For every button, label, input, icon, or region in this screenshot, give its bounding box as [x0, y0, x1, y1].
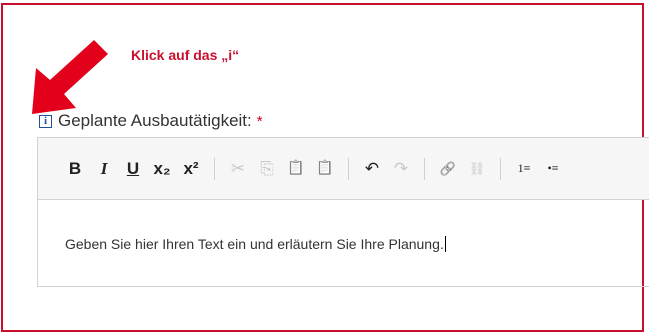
required-marker: * [256, 112, 263, 130]
cut-icon[interactable]: ✂ [227, 157, 249, 181]
copy-icon[interactable]: ⎘ [256, 157, 278, 181]
link-icon[interactable]: 🔗 [437, 157, 459, 181]
field-label: i Geplante Ausbautätigkeit: * [39, 111, 263, 131]
toolbar-separator [424, 157, 425, 180]
field-label-text: Geplante Ausbautätigkeit: [58, 111, 252, 130]
editor-content[interactable]: Geben Sie hier Ihren Text ein und erläut… [38, 200, 649, 252]
pointer-arrow-icon [32, 40, 108, 114]
text-caret [444, 236, 446, 252]
underline-button[interactable]: U [122, 157, 144, 181]
toolbar-separator [500, 157, 501, 180]
undo-icon[interactable]: ↶ [361, 157, 383, 181]
subscript-button[interactable]: x₂ [151, 157, 173, 181]
paste-icon[interactable]: 📋 [285, 157, 307, 181]
info-icon[interactable]: i [39, 114, 52, 128]
toolbar-separator [214, 157, 215, 180]
editor-text: Geben Sie hier Ihren Text ein und erläut… [65, 236, 444, 252]
numbered-list-icon[interactable]: 1≡ [513, 157, 535, 181]
callout-text: Klick auf das „i“ [131, 47, 240, 63]
bold-button[interactable]: B [64, 157, 86, 181]
toolbar-separator [348, 157, 349, 180]
unlink-icon[interactable]: ⛓ [466, 157, 488, 181]
superscript-button[interactable]: x² [180, 157, 202, 181]
rich-text-editor[interactable]: B I U x₂ x² ✂ ⎘ 📋 📋 ↶ ↷ 🔗 ⛓ 1≡ •≡ Geben … [37, 137, 649, 287]
paste-text-icon[interactable]: 📋 [314, 157, 336, 181]
bulleted-list-icon[interactable]: •≡ [542, 157, 564, 181]
redo-icon[interactable]: ↷ [390, 157, 412, 181]
italic-button[interactable]: I [93, 157, 115, 181]
editor-toolbar: B I U x₂ x² ✂ ⎘ 📋 📋 ↶ ↷ 🔗 ⛓ 1≡ •≡ [38, 138, 649, 200]
